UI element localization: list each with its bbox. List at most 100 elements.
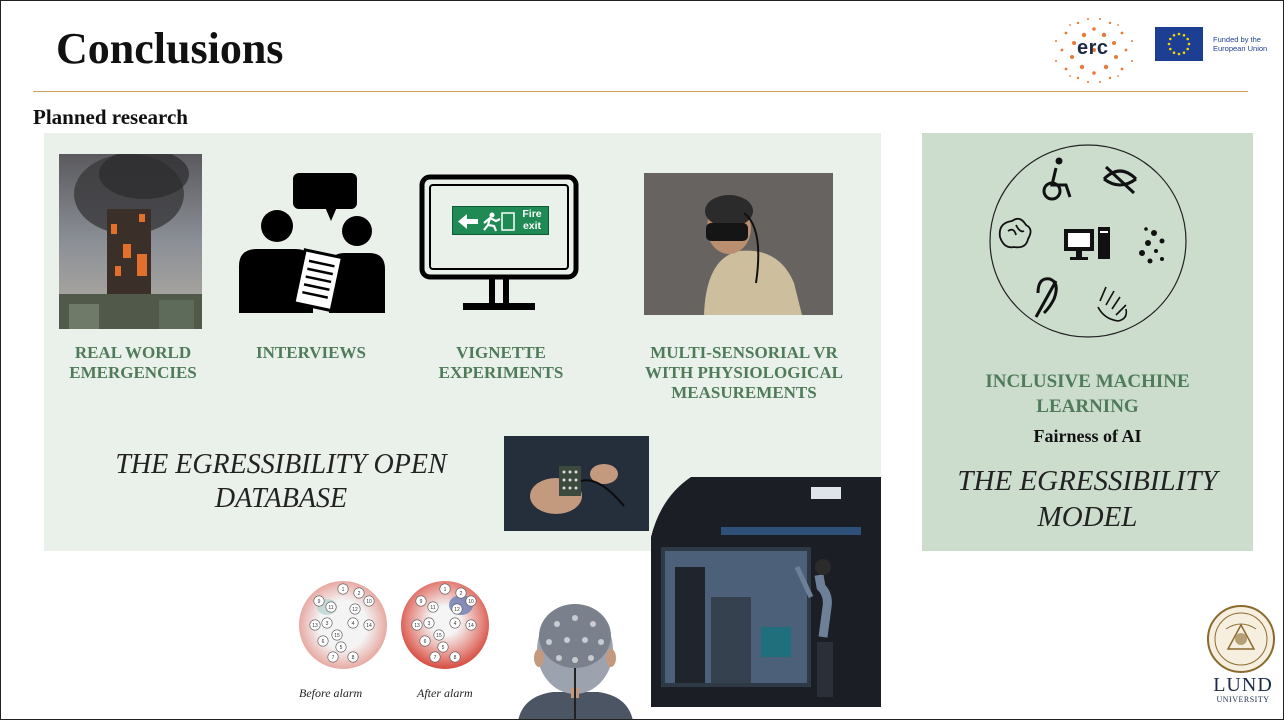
computer-icon <box>1064 227 1110 260</box>
sign-text-exit: exit <box>522 220 542 232</box>
svg-text:2: 2 <box>460 591 463 597</box>
eeg-electrode: 3 <box>321 617 333 629</box>
model-heading: INCLUSIVE MACHINE LEARNING <box>985 371 1190 417</box>
database-title: THE EGRESSIBILITY OPEN DATABASE <box>115 449 447 514</box>
section-subtitle: Planned research <box>33 105 188 129</box>
model-subheading: Fairness of AI <box>1033 426 1142 446</box>
eeg-electrode: 10 <box>363 595 375 607</box>
svg-text:8: 8 <box>352 655 355 661</box>
eeg-electrode: 5 <box>335 641 347 653</box>
eeg-electrode: 13 <box>411 619 423 631</box>
label-vignette-experiments: VIGNETTE EXPERIMENTS <box>438 343 564 382</box>
svg-text:6: 6 <box>424 639 427 645</box>
disability-icons-circle <box>989 144 1187 338</box>
brain-icon <box>998 217 1032 249</box>
eeg-electrode: 7 <box>327 651 339 663</box>
wheelchair-icon <box>1042 157 1072 201</box>
eeg-electrode: 14 <box>465 619 477 631</box>
svg-text:14: 14 <box>366 623 372 629</box>
slide: Conclusions erc Funded by the European U… <box>0 0 1284 720</box>
before-alarm-caption: Before alarm <box>299 686 363 700</box>
svg-text:12: 12 <box>454 607 460 613</box>
eeg-electrode: 14 <box>363 619 375 631</box>
svg-text:4: 4 <box>454 621 457 627</box>
lund-university-seal <box>1207 605 1275 673</box>
svg-text:15: 15 <box>436 633 442 639</box>
vr-participant-photo <box>644 173 833 315</box>
label-multisensorial-vr: MULTI-SENSORIAL VR WITH PHYSIOLOGICAL ME… <box>645 343 843 402</box>
eeg-electrode: 12 <box>349 603 361 615</box>
eeg-electrode: 4 <box>449 617 461 629</box>
eeg-electrode: 4 <box>347 617 359 629</box>
eeg-electrode: 12 <box>451 603 463 615</box>
eeg-electrode: 11 <box>427 601 439 613</box>
svg-text:13: 13 <box>312 623 318 629</box>
erc-logo-text: erc <box>1077 37 1109 59</box>
dots-icon <box>1139 227 1165 264</box>
interview-icon <box>239 173 385 313</box>
eeg-map-after: 129 1011 1213 3 4 1415567 8 <box>401 581 489 669</box>
eeg-electrode: 11 <box>325 601 337 613</box>
visual-impairment-icon <box>1102 165 1138 195</box>
model-title: THE EGRESSIBILITY MODEL <box>957 465 1218 533</box>
sign-language-icon <box>1097 286 1128 322</box>
svg-text:10: 10 <box>468 599 474 605</box>
eeg-electrode: 6 <box>317 635 329 647</box>
monitor-icon <box>419 174 579 310</box>
eeg-electrode: 3 <box>423 617 435 629</box>
svg-text:10: 10 <box>366 599 372 605</box>
eeg-electrode: 2 <box>455 587 467 599</box>
svg-text:8: 8 <box>454 655 457 661</box>
page-title: Conclusions <box>56 24 284 73</box>
eeg-electrode: 6 <box>419 635 431 647</box>
eeg-electrode: 15 <box>331 629 343 641</box>
eeg-electrode: 8 <box>449 651 461 663</box>
eeg-cap-photo <box>513 596 638 719</box>
svg-text:5: 5 <box>340 645 343 651</box>
svg-text:1: 1 <box>342 587 345 593</box>
svg-text:7: 7 <box>332 655 335 661</box>
eeg-electrode: 9 <box>415 595 427 607</box>
eeg-electrode: 1 <box>337 583 349 595</box>
eeg-electrode: 13 <box>309 619 321 631</box>
svg-text:3: 3 <box>326 621 329 627</box>
svg-text:13: 13 <box>414 623 420 629</box>
svg-text:11: 11 <box>328 605 333 611</box>
svg-text:6: 6 <box>322 639 325 645</box>
svg-text:15: 15 <box>334 633 340 639</box>
exit-arrow-icon <box>458 212 515 232</box>
vr-lab-photo <box>651 477 881 707</box>
svg-text:9: 9 <box>420 599 423 605</box>
eeg-electrode: 9 <box>313 595 325 607</box>
svg-text:5: 5 <box>442 645 445 651</box>
sensor-device-photo <box>504 436 649 531</box>
eu-flag-icon <box>1155 27 1203 61</box>
eeg-map-before: 129 1011 1213 3 4 1415567 8 <box>299 581 387 669</box>
eeg-electrode: 2 <box>353 587 365 599</box>
svg-text:14: 14 <box>468 623 474 629</box>
svg-text:2: 2 <box>358 591 361 597</box>
lund-university-wordmark: LUND UNIVERSITY <box>1213 674 1273 704</box>
label-real-world-emergencies: REAL WORLD EMERGENCIES <box>69 343 197 382</box>
eeg-electrode: 7 <box>429 651 441 663</box>
svg-text:4: 4 <box>352 621 355 627</box>
svg-text:7: 7 <box>434 655 437 661</box>
sign-text-fire: Fire <box>522 208 542 220</box>
label-interviews: INTERVIEWS <box>256 343 366 362</box>
eeg-electrode: 10 <box>465 595 477 607</box>
svg-text:9: 9 <box>318 599 321 605</box>
fire-exit-sign: Fire exit <box>452 206 549 235</box>
svg-text:1: 1 <box>444 587 447 593</box>
title-divider <box>33 91 1248 92</box>
svg-text:3: 3 <box>428 621 431 627</box>
eu-funding-text: Funded by the European Union <box>1213 35 1268 53</box>
burning-tower-photo <box>59 154 202 329</box>
hearing-impairment-icon <box>1034 277 1058 318</box>
svg-text:11: 11 <box>430 605 435 611</box>
svg-text:12: 12 <box>352 607 358 613</box>
after-alarm-caption: After alarm <box>417 686 473 700</box>
eeg-electrode: 8 <box>347 651 359 663</box>
eeg-electrode: 1 <box>439 583 451 595</box>
eeg-electrode: 15 <box>433 629 445 641</box>
eeg-electrode: 5 <box>437 641 449 653</box>
